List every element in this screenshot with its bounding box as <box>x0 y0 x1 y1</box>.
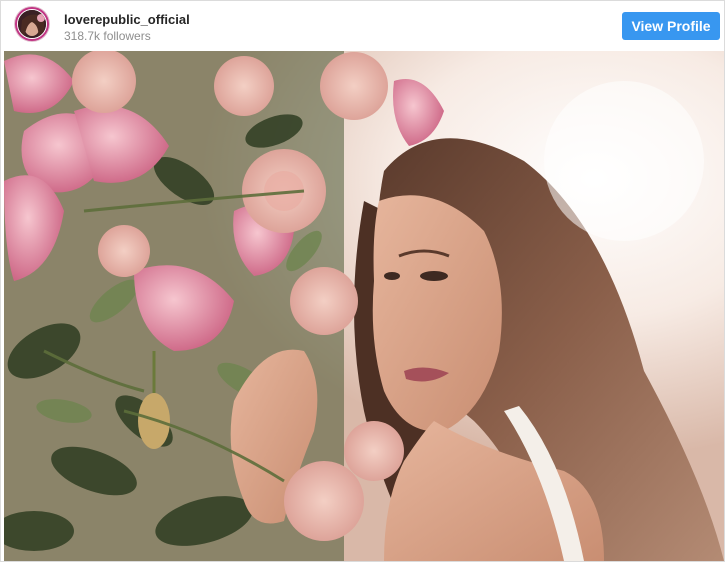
post-photo[interactable] <box>4 51 724 561</box>
avatar[interactable] <box>15 7 49 41</box>
follower-count: 318.7k followers <box>64 29 151 43</box>
instagram-embed: loverepublic_official 318.7k followers V… <box>0 0 725 562</box>
post-header: loverepublic_official 318.7k followers V… <box>1 1 724 51</box>
avatar-image <box>17 9 47 39</box>
view-profile-button[interactable]: View Profile <box>622 12 720 40</box>
username[interactable]: loverepublic_official <box>64 12 190 27</box>
